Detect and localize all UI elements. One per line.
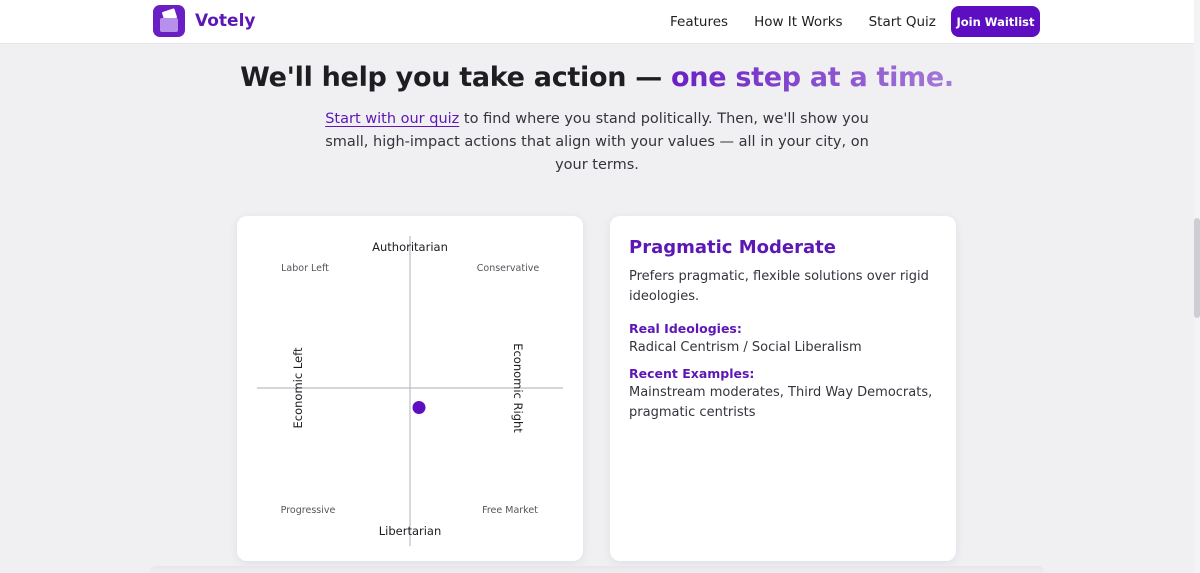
quadrant-label-top-right: Conservative xyxy=(477,263,540,274)
examples-value: Mainstream moderates, Third Way Democrat… xyxy=(629,385,933,420)
result-title: Pragmatic Moderate xyxy=(629,237,836,258)
start-quiz-link[interactable]: Start with our quiz xyxy=(325,111,459,127)
brand-name: Votely xyxy=(195,11,256,31)
main-nav: Features How It Works Start Quiz xyxy=(670,0,962,44)
axis-label-top: Authoritarian xyxy=(372,240,448,254)
political-compass: Authoritarian Libertarian Economic Left … xyxy=(257,236,563,546)
nav-link-how-it-works[interactable]: How It Works xyxy=(754,14,843,30)
join-waitlist-button[interactable]: Join Waitlist xyxy=(951,6,1040,37)
result-description: Prefers pragmatic, flexible solutions ov… xyxy=(629,269,929,304)
axis-label-right: Economic Right xyxy=(511,343,525,433)
hero-subtitle: Start with our quiz to find where you st… xyxy=(310,108,884,177)
user-position-marker xyxy=(412,401,426,414)
ballot-box-icon xyxy=(153,5,185,37)
page-scrollbar[interactable] xyxy=(1194,0,1200,573)
nav-link-start-quiz[interactable]: Start Quiz xyxy=(869,14,936,30)
result-details-card: Pragmatic Moderate Prefers pragmatic, fl… xyxy=(610,216,956,561)
scrollbar-thumb[interactable] xyxy=(1194,218,1200,318)
examples-heading: Recent Examples: xyxy=(629,366,755,381)
political-compass-card: Authoritarian Libertarian Economic Left … xyxy=(237,216,583,561)
ideologies-value: Radical Centrism / Social Liberalism xyxy=(629,340,862,355)
headline-text: We'll help you take action — xyxy=(240,62,672,93)
ideologies-heading: Real Ideologies: xyxy=(629,321,742,336)
next-section-edge xyxy=(150,566,1044,573)
brand-logo-link[interactable]: Votely xyxy=(153,5,255,37)
top-navigation-bar: Votely Features How It Works Start Quiz … xyxy=(0,0,1194,44)
axis-label-bottom: Libertarian xyxy=(379,524,442,538)
hero-headline: We'll help you take action — one step at… xyxy=(0,62,1194,93)
quadrant-label-bottom-right: Free Market xyxy=(482,505,538,516)
nav-link-features[interactable]: Features xyxy=(670,14,728,30)
headline-accent-text: one step at a time. xyxy=(671,62,954,93)
quadrant-label-bottom-left: Progressive xyxy=(281,505,336,516)
axis-label-left: Economic Left xyxy=(291,347,305,428)
quadrant-label-top-left: Labor Left xyxy=(281,263,329,274)
